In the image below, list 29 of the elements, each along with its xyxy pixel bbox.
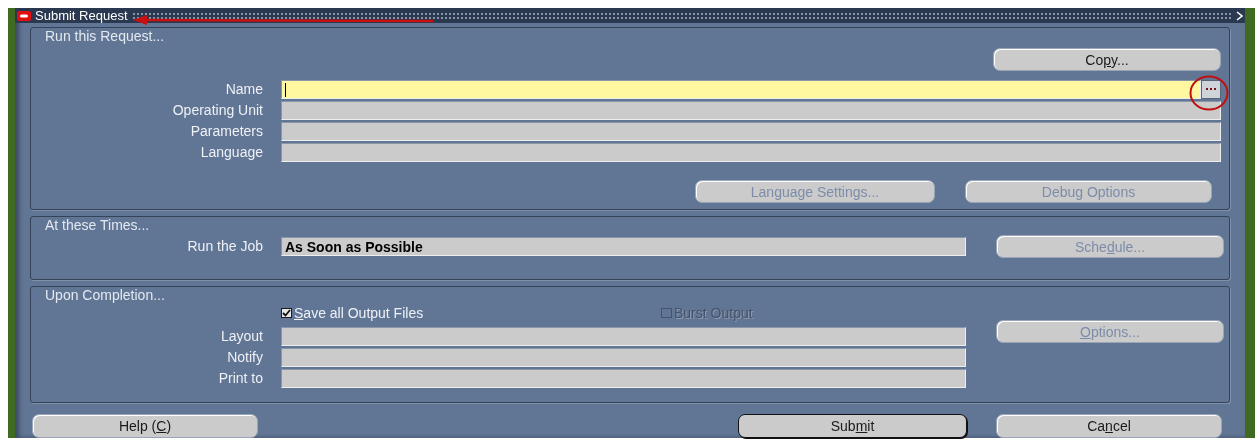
highlight-circle [1189,75,1229,111]
input-field[interactable] [281,327,966,346]
field-label: Parameters [189,122,263,141]
window-icon[interactable] [17,10,31,21]
list-button[interactable] [1201,80,1221,99]
field-label: Operating Unit [171,101,263,120]
input-field[interactable] [281,122,1221,141]
field-label: Name [224,80,263,99]
input-field[interactable] [281,101,1221,120]
input-field[interactable] [281,369,966,388]
ellipsis-icon [1206,88,1216,91]
input-field[interactable] [281,80,1201,99]
window-title: Submit Request [35,8,128,23]
checkbox[interactable]: Save all Output Files [281,305,661,321]
cancel-button[interactable]: Cancel [996,414,1222,438]
field-label: Notify [226,348,263,367]
field-label: Run the Job [186,237,263,256]
input-field[interactable]: As Soon as Possible [281,237,966,256]
input-field[interactable] [281,348,966,367]
copy-button[interactable]: Copy... [993,48,1221,71]
field-label: Language [199,143,263,162]
chevron-icon[interactable] [1236,10,1243,21]
field-label: Print to [217,369,263,388]
text-cursor [285,82,286,97]
field-label: Layout [219,327,263,346]
checkbox-icon[interactable] [281,308,292,318]
submit-button[interactable]: Submit [738,414,967,438]
input-field[interactable] [281,143,1221,162]
help-button[interactable]: Help (C) [32,414,258,438]
